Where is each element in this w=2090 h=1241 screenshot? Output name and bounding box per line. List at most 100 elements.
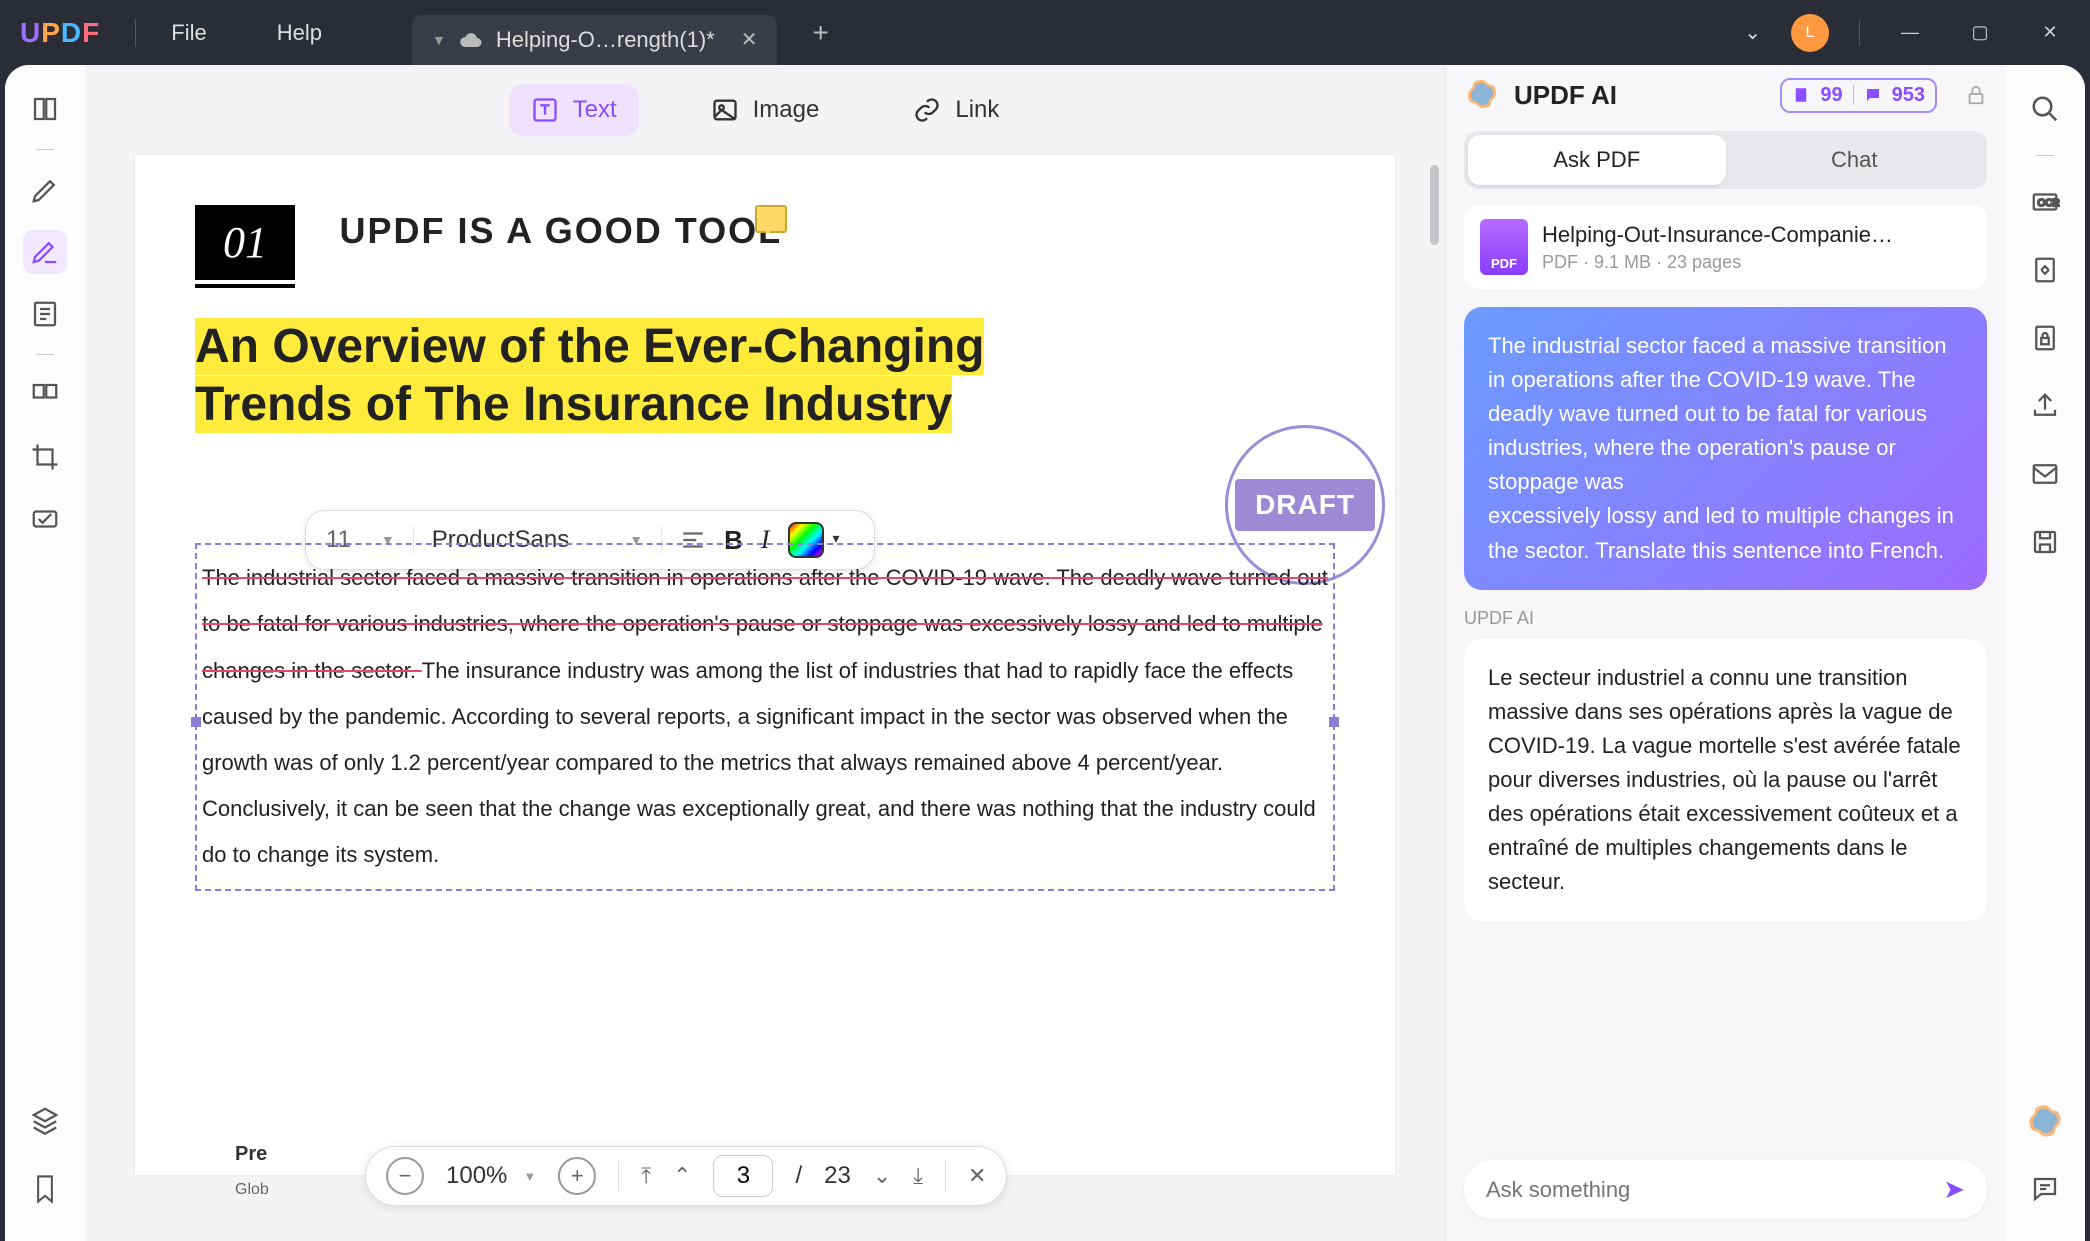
save-icon[interactable]	[2023, 520, 2067, 564]
maximize-button[interactable]: ▢	[1960, 22, 2000, 43]
zoom-in-button[interactable]: +	[558, 1157, 596, 1195]
app-logo: UPDF	[20, 17, 100, 49]
file-menu[interactable]: File	[171, 20, 206, 46]
send-button-icon[interactable]: ➤	[1943, 1174, 1965, 1205]
next-page-button[interactable]: ⌄	[873, 1163, 891, 1189]
help-menu[interactable]: Help	[277, 20, 322, 46]
highlighter-tool-icon[interactable]	[23, 168, 67, 212]
tab-dropdown-icon[interactable]: ▼	[432, 32, 446, 48]
separator	[618, 1161, 619, 1191]
edit-tool-icon[interactable]	[23, 230, 67, 274]
edit-link-label: Link	[955, 96, 999, 124]
ai-prompt-input[interactable]	[1486, 1177, 1943, 1203]
comment-note-icon[interactable]	[755, 205, 787, 233]
svg-text:OCR: OCR	[2038, 198, 2060, 209]
close-button[interactable]: ✕	[2030, 22, 2070, 43]
chat-tab[interactable]: Chat	[1726, 135, 1984, 185]
ai-panel: UPDF AI 99 953 Ask PDF Chat PDF Helping-…	[1445, 65, 2005, 1241]
chat-count: 953	[1892, 84, 1925, 107]
prev-page-button[interactable]: ⌃	[673, 1163, 691, 1189]
edit-text-button[interactable]: Text	[509, 84, 639, 136]
edit-type-toolbar: Text Image Link	[85, 75, 1445, 145]
document-scrollbar[interactable]	[1430, 165, 1439, 245]
first-page-button[interactable]: ⤒	[641, 1163, 651, 1189]
bookmark-icon[interactable]	[23, 1167, 67, 1211]
tab-title: Helping-O…rength(1)*	[496, 27, 715, 53]
layers-icon[interactable]	[23, 1098, 67, 1142]
separator	[1859, 20, 1860, 46]
email-icon[interactable]	[2023, 452, 2067, 496]
ask-pdf-tab[interactable]: Ask PDF	[1468, 135, 1726, 185]
zoom-level-selector[interactable]: 100% ▼	[446, 1162, 536, 1190]
page-navigation-bar: − 100% ▼ + ⤒ ⌃ / 23 ⌄ ⤓ ✕	[365, 1146, 1007, 1206]
right-toolbar: OCR	[2005, 65, 2085, 1241]
cloud-icon	[460, 31, 482, 49]
compress-icon[interactable]	[2023, 248, 2067, 292]
ai-file-context[interactable]: PDF Helping-Out-Insurance-Companie… PDF …	[1464, 205, 1987, 289]
ai-input-row: ➤	[1464, 1160, 1987, 1219]
new-tab-button[interactable]: +	[812, 17, 828, 49]
organize-tool-icon[interactable]	[23, 373, 67, 417]
ai-panel-title: UPDF AI	[1514, 80, 1617, 111]
body-rest-text: The insurance industry was among the lis…	[202, 658, 1316, 868]
resize-handle-left[interactable]	[191, 717, 201, 727]
user-message-bubble: The industrial sector faced a massive tr…	[1464, 307, 1987, 590]
ai-tab-group: Ask PDF Chat	[1464, 131, 1987, 189]
ai-usage-counter[interactable]: 99 953	[1780, 78, 1937, 113]
comments-panel-icon[interactable]	[2023, 1167, 2067, 1211]
updf-ai-logo-icon	[1464, 77, 1500, 113]
form-tool-icon[interactable]	[23, 292, 67, 336]
ai-header: UPDF AI 99 953	[1464, 77, 1987, 113]
user-avatar[interactable]: L	[1791, 14, 1829, 52]
page-number-input[interactable]	[713, 1155, 773, 1197]
lock-icon[interactable]	[1965, 84, 1987, 106]
resize-handle-right[interactable]	[1329, 717, 1339, 727]
title-highlight-line1: An Overview of the Ever-Changing	[195, 318, 984, 375]
zoom-out-button[interactable]: −	[386, 1157, 424, 1195]
ocr-icon[interactable]: OCR	[2023, 180, 2067, 224]
crop-tool-icon[interactable]	[23, 435, 67, 479]
document-page: 01 UPDF IS A GOOD TOOL An Overview of th…	[135, 155, 1395, 1175]
file-name: Helping-Out-Insurance-Companie…	[1542, 222, 1893, 248]
chat-count-icon	[1864, 86, 1882, 104]
chapter-number: 01	[195, 205, 295, 280]
document-tab[interactable]: ▼ Helping-O…rength(1)* ✕	[412, 15, 778, 65]
reader-tool-icon[interactable]	[23, 87, 67, 131]
truncated-text-pre: Pre	[235, 1143, 267, 1166]
truncated-text-glob: Glob	[235, 1181, 269, 1199]
last-page-button[interactable]: ⤓	[913, 1163, 923, 1189]
ai-assistant-icon[interactable]	[2025, 1102, 2065, 1142]
pdf-file-icon: PDF	[1480, 219, 1528, 275]
protect-icon[interactable]	[2023, 316, 2067, 360]
text-edit-box[interactable]: The industrial sector faced a massive tr…	[195, 543, 1335, 890]
page-total: 23	[824, 1162, 851, 1190]
zoom-value: 100%	[446, 1162, 507, 1190]
dropdown-icon: ▼	[523, 1169, 536, 1184]
separator	[36, 149, 54, 150]
main-area: Text Image Link 01 UPDF IS A GOOD TOOL A…	[5, 65, 2085, 1241]
edit-image-label: Image	[753, 96, 820, 124]
separator	[36, 354, 54, 355]
redact-tool-icon[interactable]	[23, 497, 67, 541]
share-icon[interactable]	[2023, 384, 2067, 428]
title-highlight-line2: Trends of The Insurance Industry	[195, 376, 952, 433]
separator	[945, 1161, 946, 1191]
minimize-button[interactable]: —	[1890, 22, 1930, 43]
edit-image-button[interactable]: Image	[689, 84, 842, 136]
page-separator: /	[795, 1162, 802, 1190]
document-area: Text Image Link 01 UPDF IS A GOOD TOOL A…	[85, 65, 1445, 1241]
doc-count: 99	[1820, 84, 1842, 107]
section-label: UPDF IS A GOOD TOOL	[339, 210, 782, 252]
left-toolbar	[5, 65, 85, 1241]
doc-count-icon	[1792, 86, 1810, 104]
draft-stamp-label: DRAFT	[1235, 479, 1375, 531]
close-nav-button[interactable]: ✕	[968, 1163, 986, 1189]
file-meta: PDF · 9.1 MB · 23 pages	[1542, 252, 1893, 273]
search-icon[interactable]	[2023, 87, 2067, 131]
article-title[interactable]: An Overview of the Ever-Changing Trends …	[195, 318, 1335, 433]
edit-link-button[interactable]: Link	[891, 84, 1021, 136]
tab-close-icon[interactable]: ✕	[741, 27, 758, 52]
ai-response-label: UPDF AI	[1464, 608, 1987, 629]
tabs-dropdown-icon[interactable]: ⌄	[1744, 20, 1761, 45]
separator	[135, 19, 136, 47]
